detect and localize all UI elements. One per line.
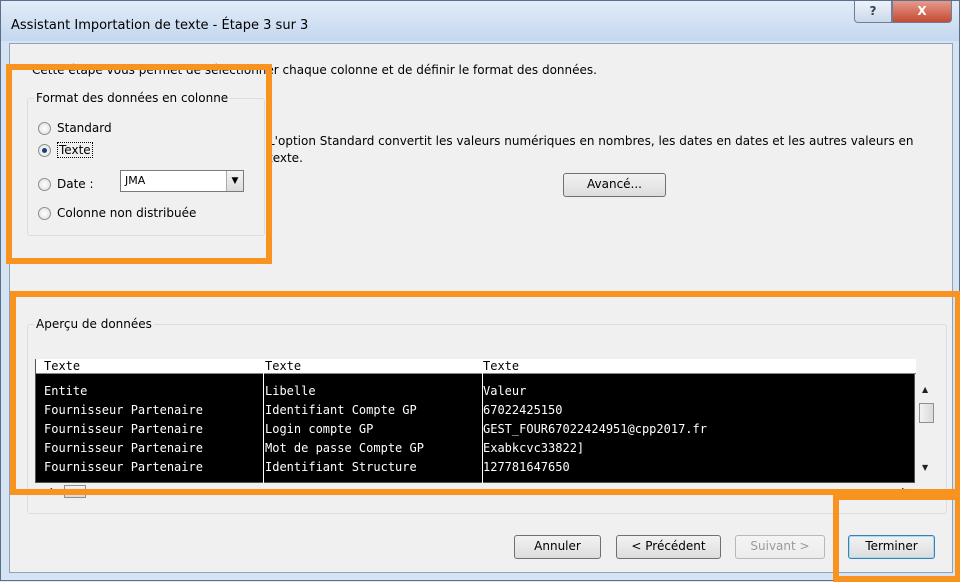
next-button[interactable]: Suivant > (735, 535, 825, 559)
close-button[interactable]: X (892, 1, 952, 23)
cancel-button[interactable]: Annuler (514, 535, 601, 559)
advanced-button[interactable]: Avancé... (563, 173, 666, 197)
import-wizard-window: Assistant Importation de texte - Étape 3… (0, 0, 960, 582)
title-bar[interactable]: Assistant Importation de texte - Étape 3… (1, 1, 959, 41)
highlight-format-box (6, 64, 272, 264)
highlight-preview-box (10, 291, 960, 495)
window-title: Assistant Importation de texte - Étape 3… (11, 18, 309, 33)
help-button[interactable]: ? (854, 1, 892, 23)
format-description: L'option Standard convertit les valeurs … (268, 134, 914, 165)
highlight-finish-box (833, 494, 960, 582)
previous-button[interactable]: < Précédent (616, 535, 721, 559)
